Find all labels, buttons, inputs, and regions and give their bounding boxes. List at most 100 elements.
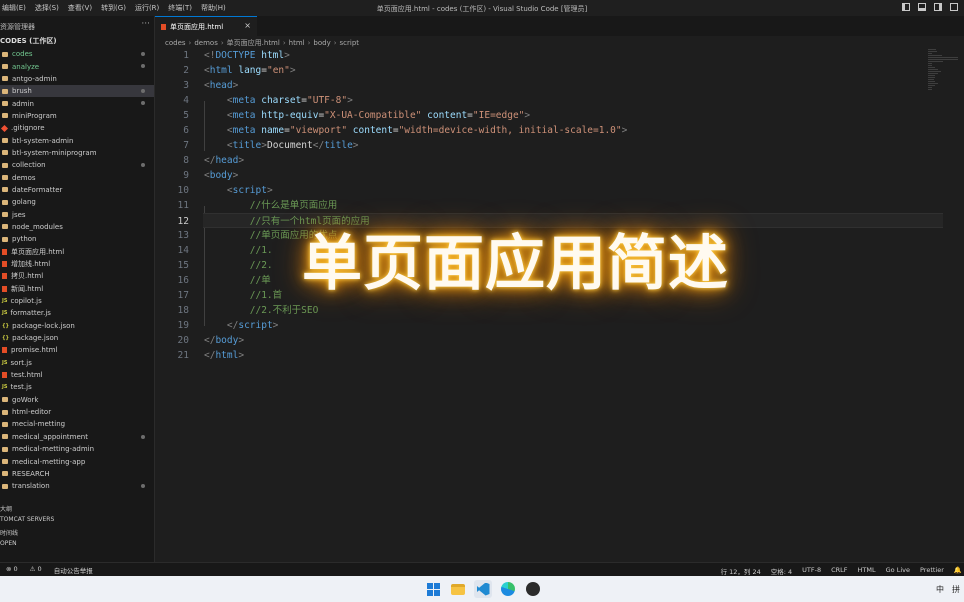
errors-indicator[interactable]: ⊗ 0 [6,565,18,575]
menu-item[interactable]: 转到(G) [101,3,126,13]
tree-item[interactable]: golang [0,196,154,208]
code-line[interactable]: 2 <html lang="en"> [155,63,964,78]
tree-item[interactable]: promise.html [0,344,154,356]
tree-item[interactable]: goWork [0,394,154,406]
code-line[interactable]: 6 <meta name="viewport" content="width=d… [155,123,964,138]
tree-item[interactable]: JS test.js [0,381,154,393]
prettier-status[interactable]: Prettier [920,566,944,576]
tree-item[interactable]: translation [0,480,154,492]
workspace-title[interactable]: CODES (工作区) [0,36,154,48]
tree-item[interactable]: {} package-lock.json [0,320,154,332]
breadcrumb-item[interactable]: body [313,39,330,47]
tree-item[interactable]: codes [0,48,154,60]
tree-item[interactable]: JS copilot.js [0,295,154,307]
tree-item[interactable]: JS formatter.js [0,307,154,319]
bell-icon[interactable]: 🔔 [954,566,962,576]
tree-item[interactable]: admin [0,97,154,109]
code-line[interactable]: 14 //1. [155,243,964,258]
go-live-button[interactable]: Go Live [886,566,910,576]
status-extra[interactable]: 自动公告举报 [54,565,93,575]
tree-item[interactable]: RESEARCH [0,468,154,480]
tree-item[interactable]: miniProgram [0,110,154,122]
breadcrumb-item[interactable]: html [289,39,305,47]
ellipsis-icon[interactable]: ··· [141,19,150,29]
tree-item[interactable]: 增加线.html [0,258,154,270]
tree-item[interactable]: JS sort.js [0,357,154,369]
sidebar-section[interactable]: 大纲 [0,504,155,516]
tree-item[interactable]: btl-system-miniprogram [0,147,154,159]
code-editor[interactable]: 1 <!DOCTYPE html> 2 <html lang="en"> 3 <head>… [155,48,964,562]
tree-item[interactable]: medical-metting-app [0,455,154,467]
code-line[interactable]: 5 <meta http-equiv="X-UA-Compatible" con… [155,108,964,123]
tree-item[interactable]: mecial-metting [0,418,154,430]
toggle-panel-icon[interactable] [918,3,926,11]
tree-item[interactable]: test.html [0,369,154,381]
code-line[interactable]: 20 </body> [155,333,964,348]
breadcrumb-item[interactable]: script [340,39,360,47]
tree-item[interactable]: 单页面应用.html [0,246,154,258]
tree-item[interactable]: 拷贝.html [0,270,154,282]
vscode-icon[interactable] [474,580,492,598]
breadcrumb-item[interactable]: 单页面应用.html [227,38,280,48]
menu-item[interactable]: 运行(R) [135,3,159,13]
code-line[interactable]: 3 <head> [155,78,964,93]
tree-item[interactable]: dateFormatter [0,184,154,196]
app-icon[interactable] [524,580,542,598]
code-line[interactable]: 7 <title>Document</title> [155,138,964,153]
toggle-secondary-sidebar-icon[interactable] [934,3,942,11]
tree-item[interactable]: medical_appointment [0,431,154,443]
code-line[interactable]: 15 //2. [155,258,964,273]
tree-item[interactable]: analyze [0,60,154,72]
tree-item[interactable]: python [0,233,154,245]
sidebar-section[interactable]: OPEN [0,540,155,552]
tree-item[interactable]: 新闻.html [0,283,154,295]
minimap[interactable] [928,48,960,108]
code-line[interactable]: 10 <script> [155,183,964,198]
tree-item[interactable]: brush [0,85,154,98]
tree-item[interactable]: jses [0,208,154,220]
tree-item[interactable]: {} package.json [0,332,154,344]
code-line[interactable]: 11 //什么是单页面应用 [155,198,964,213]
tree-item[interactable]: .gitignore [0,122,154,134]
end-of-line[interactable]: CRLF [831,566,847,576]
breadcrumb-item[interactable]: codes [165,39,186,47]
code-line[interactable]: 13 //单页面应用的优点 [155,228,964,243]
code-line[interactable]: 9 <body> [155,168,964,183]
tree-item[interactable]: html-editor [0,406,154,418]
code-line[interactable]: 4 <meta charset="UTF-8"> [155,93,964,108]
menu-item[interactable]: 帮助(H) [201,3,226,13]
code-line[interactable]: 8 </head> [155,153,964,168]
menu-item[interactable]: 查看(V) [68,3,92,13]
code-line[interactable]: 1 <!DOCTYPE html> [155,48,964,63]
code-line[interactable]: 19 </script> [155,318,964,333]
tab-single-page-app[interactable]: 单页面应用.html × [155,16,257,36]
code-line[interactable]: 21 </html> [155,348,964,363]
encoding[interactable]: UTF-8 [802,566,821,576]
cursor-position[interactable]: 行 12，列 24 [721,566,761,576]
warnings-indicator[interactable]: ⚠ 0 [30,565,42,575]
tree-item[interactable]: btl-system-admin [0,134,154,146]
code-line[interactable]: 18 //2.不利于SEO [155,303,964,318]
sidebar-section[interactable]: TOMCAT SERVERS [0,516,155,528]
close-icon[interactable]: × [244,21,251,30]
menu-item[interactable]: 编辑(E) [2,3,26,13]
code-line[interactable]: 12 //只有一个html页面的应用 [178,213,943,228]
toggle-primary-sidebar-icon[interactable] [902,3,910,11]
code-line[interactable]: 16 //单 [155,273,964,288]
code-line[interactable]: 17 //1.首 [155,288,964,303]
windows-start-icon[interactable] [424,580,442,598]
language-mode[interactable]: HTML [858,566,876,576]
edge-icon[interactable] [499,580,517,598]
tree-item[interactable]: collection [0,159,154,171]
file-explorer-icon[interactable] [449,580,467,598]
menu-item[interactable]: 选择(S) [35,3,59,13]
tree-item[interactable]: demos [0,171,154,183]
input-mode[interactable]: 拼 [952,584,960,595]
menu-item[interactable]: 终端(T) [168,3,192,13]
breadcrumb-item[interactable]: demos [194,39,218,47]
sidebar-section[interactable]: 时间线 [0,528,155,540]
tree-item[interactable]: antgo-admin [0,73,154,85]
ime-indicator[interactable]: 中 [936,584,944,595]
indentation[interactable]: 空格: 4 [771,566,792,576]
tree-item[interactable]: medical-metting-admin [0,443,154,455]
